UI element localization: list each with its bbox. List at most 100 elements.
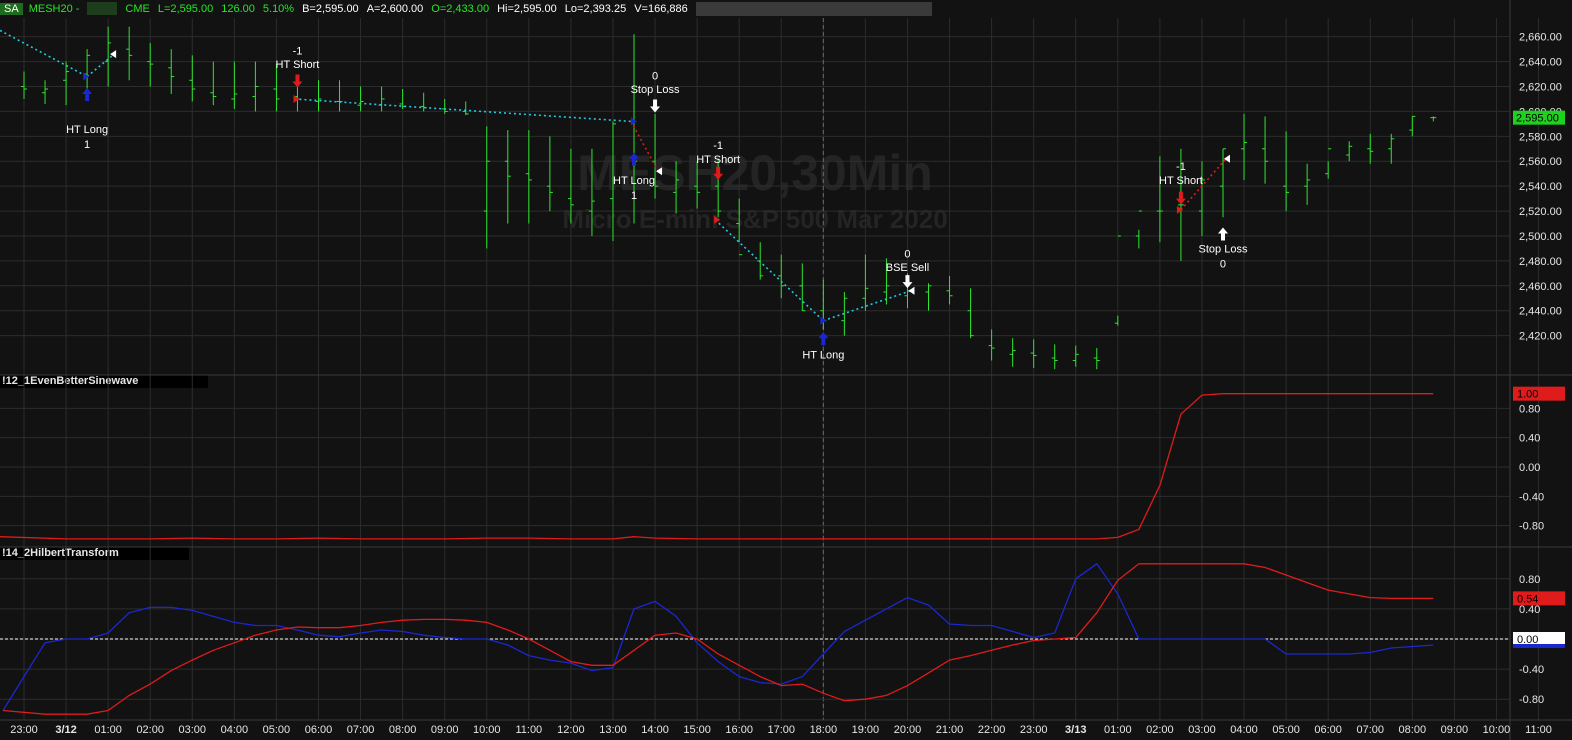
time-tick-label: 09:00 (1441, 724, 1469, 736)
arrow-up-icon (818, 332, 829, 346)
time-tick-label: 07:00 (347, 724, 375, 736)
trade-line (823, 290, 911, 322)
ind-tick-label: -0.40 (1519, 491, 1544, 503)
sine-last-label: 1.00 (1517, 389, 1538, 401)
ohlc-bar (1367, 133, 1374, 164)
signal-qty: -1 (713, 140, 723, 152)
time-tick-label: 12:00 (557, 724, 585, 736)
time-tick-label: 01:00 (1104, 724, 1132, 736)
ohlc-bar (378, 86, 385, 112)
time-tick-label: 06:00 (1314, 724, 1342, 736)
ohlc-bar (862, 254, 869, 311)
time-tick-label: 21:00 (936, 724, 964, 736)
arrow-up-icon (82, 87, 93, 101)
time-tick-label: 02:00 (136, 724, 164, 736)
arrow-up-icon (1217, 227, 1228, 241)
price-tick-label: 2,560.00 (1519, 156, 1562, 168)
ohlc-bar (1346, 141, 1353, 162)
price-tick-label: 2,460.00 (1519, 281, 1562, 293)
signal-label: HT Long (66, 124, 108, 136)
signal-qty: 1 (631, 190, 637, 202)
ohlc-bar (799, 263, 806, 312)
signal-qty: 0 (652, 70, 658, 82)
time-tick-label: 15:00 (683, 724, 711, 736)
time-tick-label: 17:00 (767, 724, 795, 736)
ohlc-bar (1051, 344, 1058, 370)
ohlc-bar (210, 61, 217, 106)
watermark-description: Micro E-mini S&P 500 Mar 2020 (562, 204, 947, 234)
time-tick-label: 02:00 (1146, 724, 1174, 736)
ohlc-bar (1304, 163, 1311, 205)
time-tick-label: 03:00 (179, 724, 207, 736)
time-tick-label: 09:00 (431, 724, 459, 736)
time-tick-label: 18:00 (810, 724, 838, 736)
price-tick-label: 2,580.00 (1519, 131, 1562, 143)
zero-last-label: 0.00 (1517, 634, 1538, 646)
time-tick-label: 11:00 (515, 724, 542, 736)
time-tick-label: 20:00 (894, 724, 922, 736)
trade-line (714, 219, 824, 322)
ohlc-bar (1262, 116, 1269, 184)
last-price-label: 2,595.00 (1516, 113, 1559, 125)
signal-label: Stop Loss (1199, 243, 1248, 255)
fill-marker (1176, 205, 1183, 214)
arrow-down-icon (1175, 191, 1186, 205)
ohlc-bar (315, 80, 322, 112)
time-tick-label: 01:00 (94, 724, 122, 736)
signal-qty: 1 (84, 139, 90, 151)
ohlc-bar (42, 80, 49, 104)
ohlc-bar (189, 55, 196, 102)
signal-short: -1 HT Short (276, 45, 320, 88)
time-tick-label: 08:00 (389, 724, 417, 736)
ohlc-bar (546, 136, 553, 212)
ohlc-bar (1072, 345, 1079, 367)
ind-tick-label: 0.80 (1519, 574, 1540, 586)
chart-canvas[interactable]: MESH20,30Min Micro E-mini S&P 500 Mar 20… (0, 0, 1572, 740)
ind-tick-label: 0.80 (1519, 403, 1540, 415)
series-line (0, 393, 1434, 540)
ind-tick-label: -0.80 (1519, 694, 1544, 706)
ohlc-bar (147, 42, 154, 87)
ohlc-bar (336, 80, 343, 112)
ohlc-bar (988, 329, 995, 361)
signal-short: -1 HT Short (1159, 161, 1203, 205)
signal-label: HT Short (276, 59, 320, 71)
time-tick-label: 23:00 (10, 724, 38, 736)
signal-long: HT Long 1 (66, 87, 108, 151)
time-tick-label: 03:00 (1188, 724, 1216, 736)
time-tick-label: 23:00 (1020, 724, 1048, 736)
ohlc-bar (273, 64, 280, 112)
ohlc-bar (1283, 131, 1290, 212)
signal-qty: -1 (293, 45, 303, 57)
signal-label: HT Short (1159, 175, 1203, 187)
signal-label: HT Long (613, 175, 655, 187)
ohlc-bar (504, 130, 511, 224)
ohlc-bar (420, 92, 427, 112)
price-tick-label: 2,420.00 (1519, 331, 1562, 343)
ohlc-bar (1241, 113, 1248, 180)
signal-label: HT Short (696, 154, 740, 166)
arrow-down-icon (292, 74, 303, 88)
time-tick-label: 10:00 (473, 724, 501, 736)
time-tick-label: 04:00 (221, 724, 249, 736)
price-tick-label: 2,620.00 (1519, 82, 1562, 94)
trade-line (0, 29, 88, 78)
ohlc-bar (21, 71, 27, 99)
signal-label: HT Long (802, 349, 844, 361)
ohlc-bar (462, 101, 469, 116)
time-tick-label: 13:00 (599, 724, 627, 736)
ohlc-bar (946, 275, 953, 305)
ohlc-bar (525, 130, 532, 224)
sinewave-plot (0, 393, 1434, 540)
signal-qty: 0 (1220, 258, 1226, 270)
time-tick-label: 08:00 (1399, 724, 1427, 736)
time-tick-label: 19:00 (852, 724, 880, 736)
ohlc-bar (168, 49, 175, 94)
ohlc-bar (1030, 339, 1037, 369)
ind-tick-label: -0.40 (1519, 664, 1544, 676)
signal-label: BSE Sell (886, 262, 929, 274)
time-tick-label: 14:00 (641, 724, 669, 736)
time-tick-label: 3/13 (1065, 724, 1086, 736)
ohlc-bar (63, 61, 70, 106)
ohlc-bar (231, 61, 238, 109)
